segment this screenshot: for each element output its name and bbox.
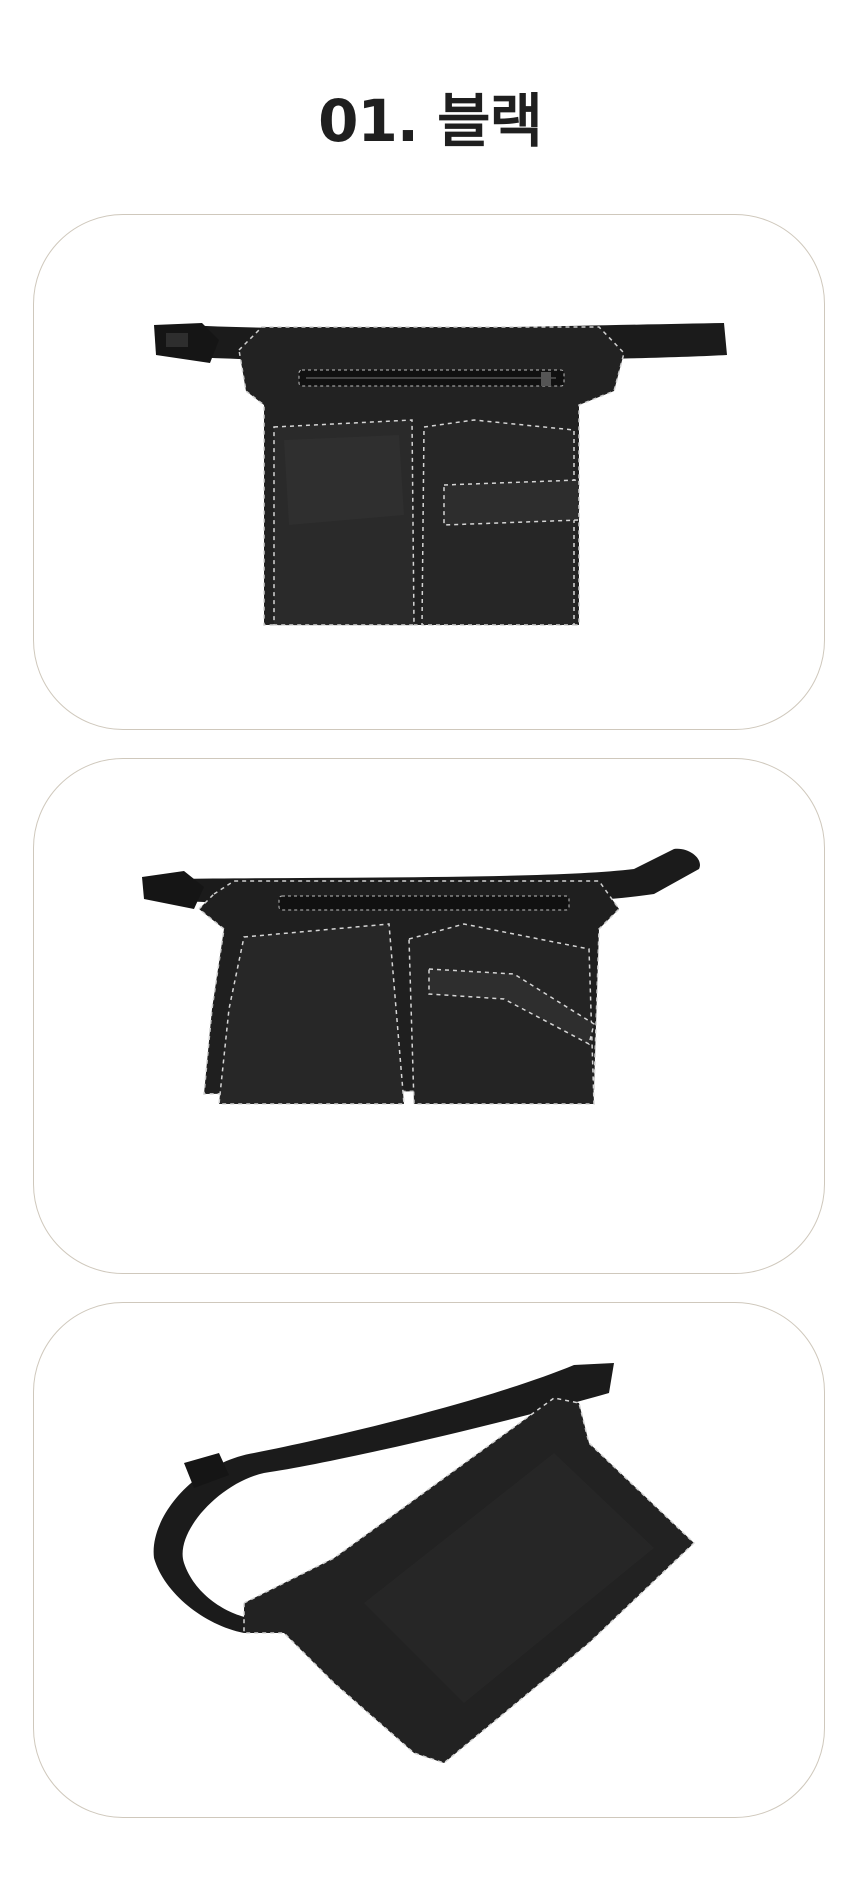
pocket-tab — [443, 479, 580, 526]
product-photo-card-angled — [33, 758, 825, 1274]
waist-bag-front-photo — [154, 323, 727, 626]
page-title: 01. 블랙 — [318, 87, 543, 155]
buckle-slot — [166, 333, 188, 347]
waist-bag-angled-photo — [142, 848, 700, 1105]
product-photo-card-front — [33, 214, 825, 730]
zipper — [278, 895, 570, 911]
waist-bag-back-photo — [153, 1363, 696, 1764]
left-pocket — [218, 923, 405, 1105]
product-photo-card-back — [33, 1302, 825, 1818]
buckle-icon — [142, 871, 204, 909]
